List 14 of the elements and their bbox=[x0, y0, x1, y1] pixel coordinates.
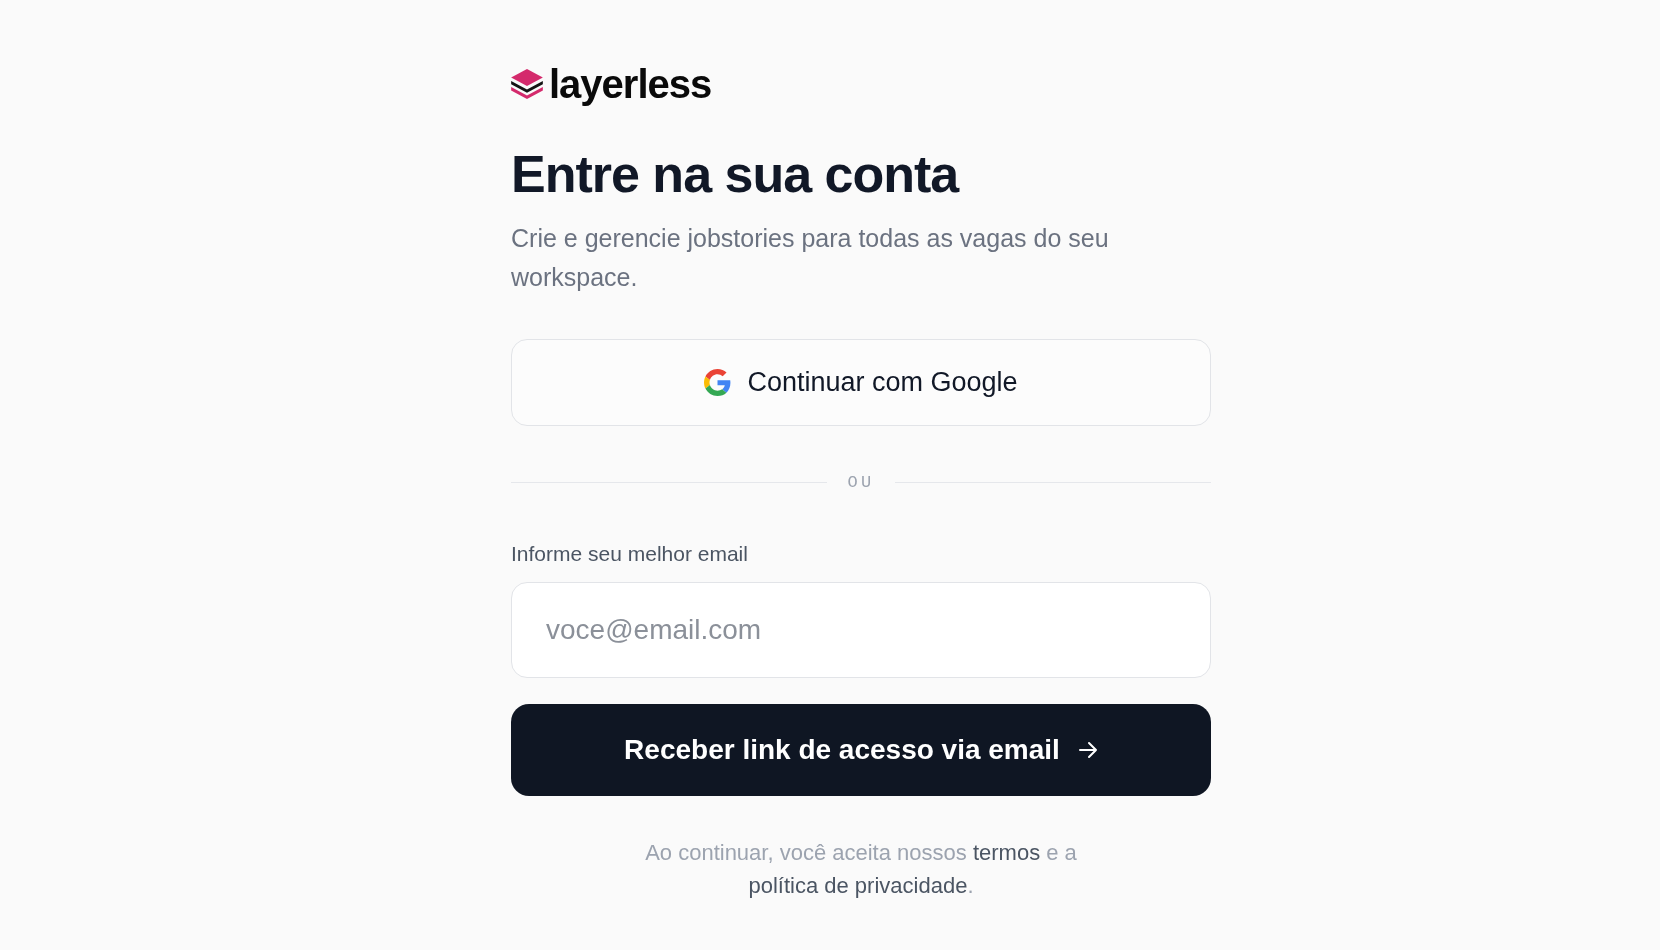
divider-label: OU bbox=[847, 473, 875, 491]
email-label: Informe seu melhor email bbox=[511, 541, 749, 568]
logo-text: layerless bbox=[549, 64, 712, 104]
google-icon bbox=[704, 369, 732, 397]
arrow-right-icon bbox=[1077, 741, 1098, 760]
page-heading: Entre na sua conta bbox=[511, 146, 961, 204]
subtitle-text: Crie e gerencie jobstories para todas as vagas do seu workspace. bbox=[511, 223, 1110, 294]
layers-icon bbox=[511, 69, 543, 99]
terms-link[interactable]: termos bbox=[972, 840, 1041, 866]
email-input[interactable]: voce@email.com bbox=[511, 582, 1211, 679]
privacy-policy-link[interactable]: política de privacidade bbox=[748, 873, 968, 899]
send-link-button[interactable]: Receber link de acesso via email bbox=[511, 704, 1211, 797]
google-sign-in-button[interactable]: Continuar com Google bbox=[511, 339, 1211, 427]
legal-notice-text: Ao continuar, você aceita nossos termos e a política de privacidade. bbox=[644, 839, 1078, 901]
